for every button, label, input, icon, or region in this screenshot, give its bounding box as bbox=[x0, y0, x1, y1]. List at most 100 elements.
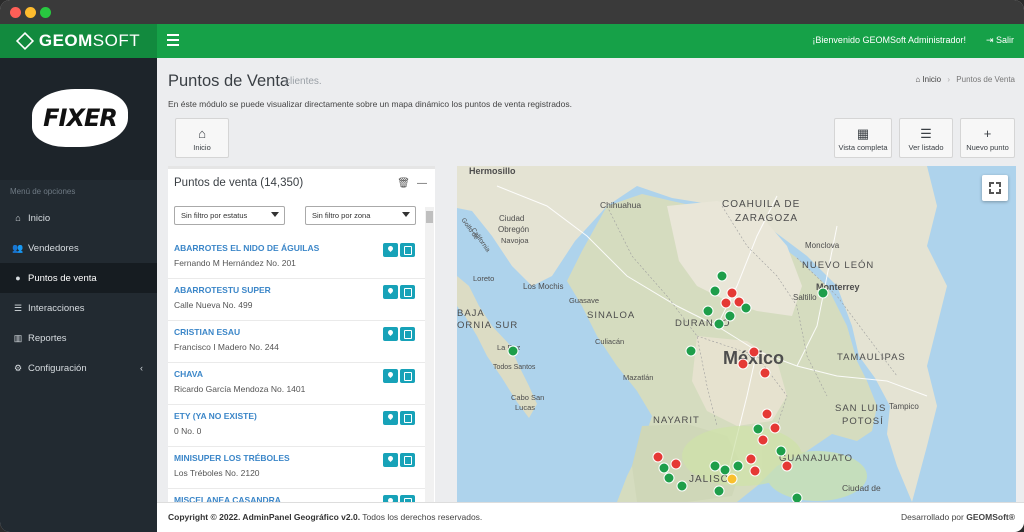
map-marker[interactable] bbox=[724, 310, 736, 322]
sidebar-item-puntos-de-venta[interactable]: ● Puntos de venta bbox=[0, 263, 157, 293]
map-label-cabo-san: Cabo San bbox=[511, 393, 544, 402]
map-marker[interactable] bbox=[740, 302, 752, 314]
locate-marker-button[interactable] bbox=[383, 453, 398, 467]
edit-button[interactable] bbox=[400, 411, 415, 425]
map-marker[interactable] bbox=[676, 480, 688, 492]
map-marker[interactable] bbox=[737, 358, 749, 370]
map-marker[interactable] bbox=[709, 460, 721, 472]
panel-tools: 🗑 — bbox=[390, 178, 427, 189]
sidebar-item-vendedores[interactable]: 👥 Vendedores bbox=[0, 233, 157, 263]
map-marker[interactable] bbox=[752, 423, 764, 435]
map-marker[interactable] bbox=[719, 464, 731, 476]
map-label-culiacan: Culiacán bbox=[595, 337, 624, 346]
list-scrollbar[interactable] bbox=[425, 207, 434, 505]
map-canvas[interactable]: Hermosillo COAHUILA DE ZARAGOZA Chihuahu… bbox=[457, 166, 1016, 502]
home-button[interactable]: ⌂ Inicio bbox=[175, 118, 229, 158]
sidebar-item-reportes[interactable]: ▥ Reportes bbox=[0, 323, 157, 353]
sidebar-item-label: Puntos de venta bbox=[28, 272, 97, 284]
map-marker[interactable] bbox=[716, 270, 728, 282]
map-marker[interactable] bbox=[817, 287, 829, 299]
locate-marker-button[interactable] bbox=[383, 243, 398, 257]
trash-icon[interactable]: 🗑 bbox=[397, 178, 410, 189]
map-marker[interactable] bbox=[726, 473, 738, 485]
point-address: Francisco I Madero No. 244 bbox=[174, 342, 279, 352]
list-item[interactable]: ETY (YA NO EXISTE) 0 No. 0 bbox=[168, 405, 425, 447]
map-marker[interactable] bbox=[507, 345, 519, 357]
point-name[interactable]: ABARROTES EL NIDO DE ÁGUILAS bbox=[174, 243, 319, 253]
map-marker[interactable] bbox=[745, 453, 757, 465]
list-item[interactable]: CRISTIAN ESAU Francisco I Madero No. 244 bbox=[168, 321, 425, 363]
map-marker[interactable] bbox=[791, 492, 803, 502]
menu-toggle-icon[interactable] bbox=[167, 34, 179, 46]
map-marker[interactable] bbox=[670, 458, 682, 470]
map-label-hermosillo: Hermosillo bbox=[469, 166, 516, 176]
locate-marker-button[interactable] bbox=[383, 285, 398, 299]
edit-button[interactable] bbox=[400, 453, 415, 467]
list-item[interactable]: ABARROTESTU SUPER Calle Nueva No. 499 bbox=[168, 279, 425, 321]
map-marker[interactable] bbox=[748, 346, 760, 358]
map-marker[interactable] bbox=[726, 287, 738, 299]
point-name[interactable]: ABARROTESTU SUPER bbox=[174, 285, 271, 295]
map-marker[interactable] bbox=[652, 451, 664, 463]
collapse-icon[interactable]: — bbox=[417, 178, 427, 189]
full-view-button[interactable]: ▦ Vista completa bbox=[834, 118, 892, 158]
locate-marker-button[interactable] bbox=[383, 327, 398, 341]
map-marker[interactable] bbox=[732, 460, 744, 472]
list-item[interactable]: MINISUPER LOS TRÉBOLES Los Tréboles No. … bbox=[168, 447, 425, 489]
map-marker[interactable] bbox=[759, 367, 771, 379]
minimize-window-button[interactable] bbox=[25, 7, 36, 18]
scrollbar-thumb[interactable] bbox=[426, 211, 433, 223]
map-marker[interactable] bbox=[658, 462, 670, 474]
map-label-san-luis: SAN LUIS bbox=[835, 403, 886, 414]
point-name[interactable]: CHAVA bbox=[174, 369, 203, 379]
point-address: Fernando M Hernández No. 201 bbox=[174, 258, 296, 268]
map-label-monclova: Monclova bbox=[805, 241, 840, 250]
map-label-tamaulipas: TAMAULIPAS bbox=[837, 352, 906, 363]
list-view-button[interactable]: ☰ Ver listado bbox=[899, 118, 953, 158]
locate-marker-button[interactable] bbox=[383, 411, 398, 425]
sidebar-item-interacciones[interactable]: ☰ Interacciones bbox=[0, 293, 157, 323]
list-icon: ☰ bbox=[13, 303, 23, 313]
zone-filter-value: Sin filtro por zona bbox=[312, 211, 371, 220]
map-marker[interactable] bbox=[685, 345, 697, 357]
map-marker[interactable] bbox=[769, 422, 781, 434]
new-point-button[interactable]: + Nuevo punto bbox=[960, 118, 1015, 158]
main-content: Puntos de Venta clientes. ⌂ Inicio › Pun… bbox=[157, 58, 1024, 505]
breadcrumb-home-link[interactable]: Inicio bbox=[922, 75, 941, 84]
locate-marker-button[interactable] bbox=[383, 369, 398, 383]
sidebar-item-inicio[interactable]: ⌂ Inicio bbox=[0, 203, 157, 233]
map-label-lucas: Lucas bbox=[515, 403, 535, 412]
sidebar-item-configuracion[interactable]: ⚙ Configuración ‹ bbox=[0, 353, 157, 383]
logout-link[interactable]: ⇥ Salir bbox=[986, 35, 1014, 46]
point-name[interactable]: CRISTIAN ESAU bbox=[174, 327, 240, 337]
top-navbar: GEOM SOFT ¡Bienvenido GEOMSoft Administra… bbox=[0, 24, 1024, 58]
map-view[interactable]: Hermosillo COAHUILA DE ZARAGOZA Chihuahu… bbox=[457, 166, 1016, 502]
list-item[interactable]: CHAVA Ricardo García Mendoza No. 1401 bbox=[168, 363, 425, 405]
points-panel: Puntos de venta (14,350) 🗑 — Sin filtro p… bbox=[168, 166, 435, 505]
map-marker[interactable] bbox=[702, 305, 714, 317]
edit-button[interactable] bbox=[400, 369, 415, 383]
status-filter-select[interactable]: Sin filtro por estatus bbox=[174, 206, 285, 225]
map-marker[interactable] bbox=[720, 297, 732, 309]
map-marker[interactable] bbox=[781, 460, 793, 472]
edit-button[interactable] bbox=[400, 285, 415, 299]
fullscreen-icon[interactable] bbox=[982, 175, 1008, 201]
close-window-button[interactable] bbox=[10, 7, 21, 18]
map-marker[interactable] bbox=[709, 285, 721, 297]
map-marker[interactable] bbox=[761, 408, 773, 420]
maximize-window-button[interactable] bbox=[40, 7, 51, 18]
map-marker[interactable] bbox=[713, 318, 725, 330]
point-name[interactable]: ETY (YA NO EXISTE) bbox=[174, 411, 257, 421]
list-item[interactable]: ABARROTES EL NIDO DE ÁGUILAS Fernando M … bbox=[168, 237, 425, 279]
sidebar-item-label: Inicio bbox=[28, 212, 51, 224]
edit-button[interactable] bbox=[400, 243, 415, 257]
zone-filter-select[interactable]: Sin filtro por zona bbox=[305, 206, 416, 225]
map-marker[interactable] bbox=[713, 485, 725, 497]
map-marker[interactable] bbox=[749, 465, 761, 477]
map-marker[interactable] bbox=[775, 445, 787, 457]
brand-logo[interactable]: GEOM SOFT bbox=[0, 24, 157, 58]
map-marker[interactable] bbox=[663, 472, 675, 484]
map-marker[interactable] bbox=[757, 434, 769, 446]
edit-button[interactable] bbox=[400, 327, 415, 341]
point-name[interactable]: MINISUPER LOS TRÉBOLES bbox=[174, 453, 290, 463]
